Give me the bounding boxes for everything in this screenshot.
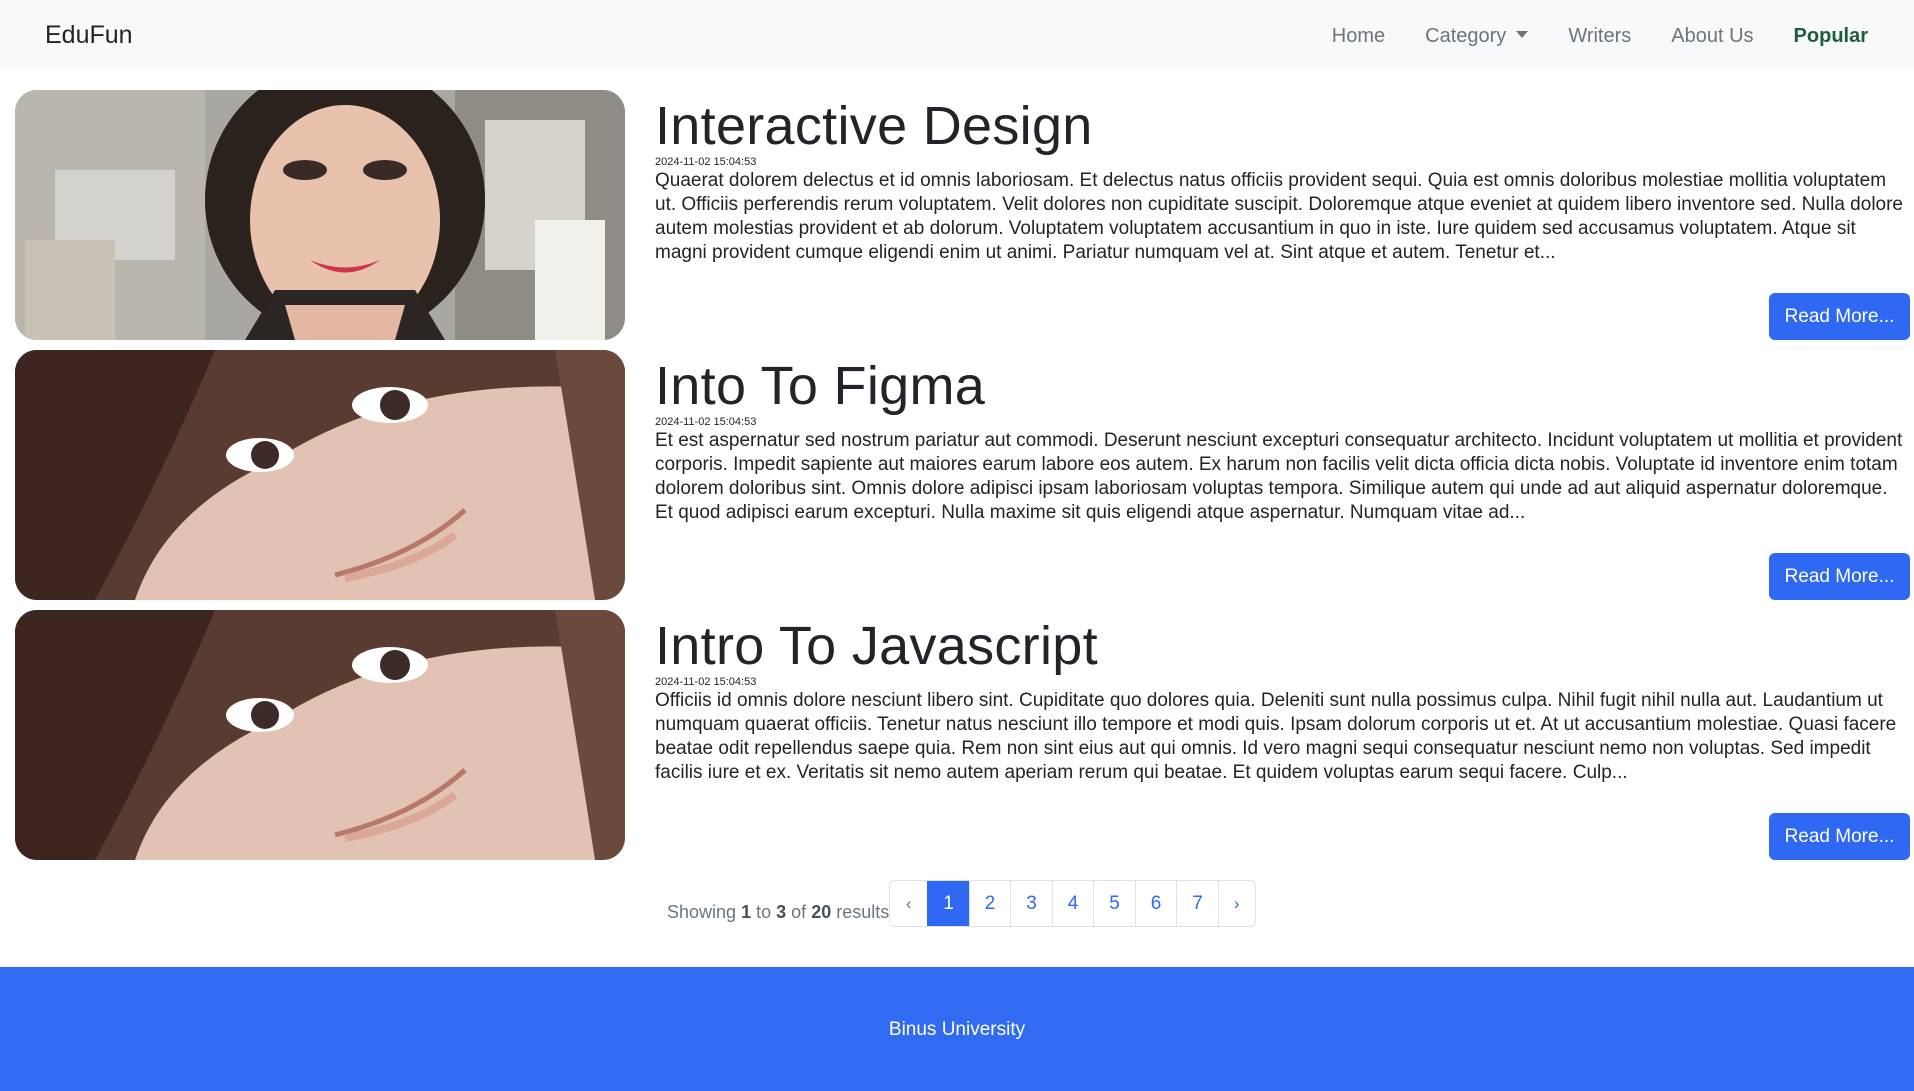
nav-link-popular[interactable]: Popular (1794, 22, 1868, 50)
portrait-photo-3 (15, 610, 625, 860)
article-excerpt: Quaerat dolorem delectus et id omnis lab… (655, 170, 1903, 263)
article-excerpt: Et est aspernatur sed nostrum pariatur a… (655, 430, 1903, 523)
results-total: 20 (811, 902, 832, 922)
article-card: Intro To Javascript 2024-11-02 15:04:53 … (15, 610, 1910, 860)
caret-down-icon (1516, 30, 1529, 38)
article-content: Interactive Design 2024-11-02 15:04:53 Q… (655, 90, 1914, 340)
footer: Binus University (0, 967, 1914, 1091)
article-excerpt: Officiis id omnis dolore nesciunt libero… (655, 690, 1897, 783)
read-more-button[interactable]: Read More... (1769, 813, 1910, 860)
article-card: Interactive Design 2024-11-02 15:04:53 Q… (15, 90, 1910, 340)
results-to: 3 (776, 902, 787, 922)
article-date: 2024-11-02 15:04:53 (655, 156, 757, 168)
page-button-1[interactable]: 1 (927, 881, 969, 926)
to-label: to (756, 902, 772, 922)
results-label: results (836, 902, 890, 922)
results-summary: Showing 1 to 3 of 20 results (667, 902, 889, 923)
article-thumbnail (15, 610, 625, 860)
nav-link-writers[interactable]: Writers (1568, 22, 1631, 50)
portrait-photo-2 (15, 350, 625, 600)
page-button-6[interactable]: 6 (1134, 881, 1177, 926)
pagination: ‹ 1 2 3 4 5 6 7 › (889, 880, 1256, 927)
article-title[interactable]: Interactive Design (655, 94, 1093, 158)
nav-links: Home Category Writers About Us Popular (1292, 22, 1868, 50)
article-title[interactable]: Into To Figma (655, 354, 985, 418)
page-button-3[interactable]: 3 (1010, 881, 1052, 926)
pagination-bar: Showing 1 to 3 of 20 results ‹ 1 2 3 4 5… (667, 880, 1256, 927)
page-button-5[interactable]: 5 (1093, 881, 1135, 926)
navbar: EduFun Home Category Writers About Us Po… (0, 0, 1914, 70)
article-content: Into To Figma 2024-11-02 15:04:53 Et est… (655, 350, 1914, 600)
page-button-7[interactable]: 7 (1176, 881, 1218, 926)
results-from: 1 (741, 902, 752, 922)
page-button-4[interactable]: 4 (1051, 881, 1094, 926)
nav-link-category-label: Category (1425, 25, 1507, 47)
read-more-button[interactable]: Read More... (1769, 553, 1910, 600)
article-thumbnail (15, 90, 625, 340)
showing-label: Showing (667, 902, 737, 922)
article-content: Intro To Javascript 2024-11-02 15:04:53 … (655, 610, 1914, 860)
nav-link-about-us[interactable]: About Us (1671, 22, 1753, 50)
article-date: 2024-11-02 15:04:53 (655, 676, 757, 688)
article-thumbnail (15, 350, 625, 600)
brand-logo[interactable]: EduFun (45, 20, 133, 50)
of-label: of (791, 902, 807, 922)
nav-link-category[interactable]: Category (1425, 22, 1529, 50)
article-date: 2024-11-02 15:04:53 (655, 416, 757, 428)
prev-page-button[interactable]: ‹ (890, 881, 928, 926)
page-button-2[interactable]: 2 (968, 881, 1011, 926)
article-card: Into To Figma 2024-11-02 15:04:53 Et est… (15, 350, 1910, 600)
article-title[interactable]: Intro To Javascript (655, 614, 1098, 678)
next-page-button[interactable]: › (1217, 881, 1255, 926)
portrait-photo-1 (15, 90, 625, 340)
footer-text: Binus University (888, 1019, 1026, 1040)
nav-link-home[interactable]: Home (1332, 22, 1385, 50)
read-more-button[interactable]: Read More... (1769, 293, 1910, 340)
